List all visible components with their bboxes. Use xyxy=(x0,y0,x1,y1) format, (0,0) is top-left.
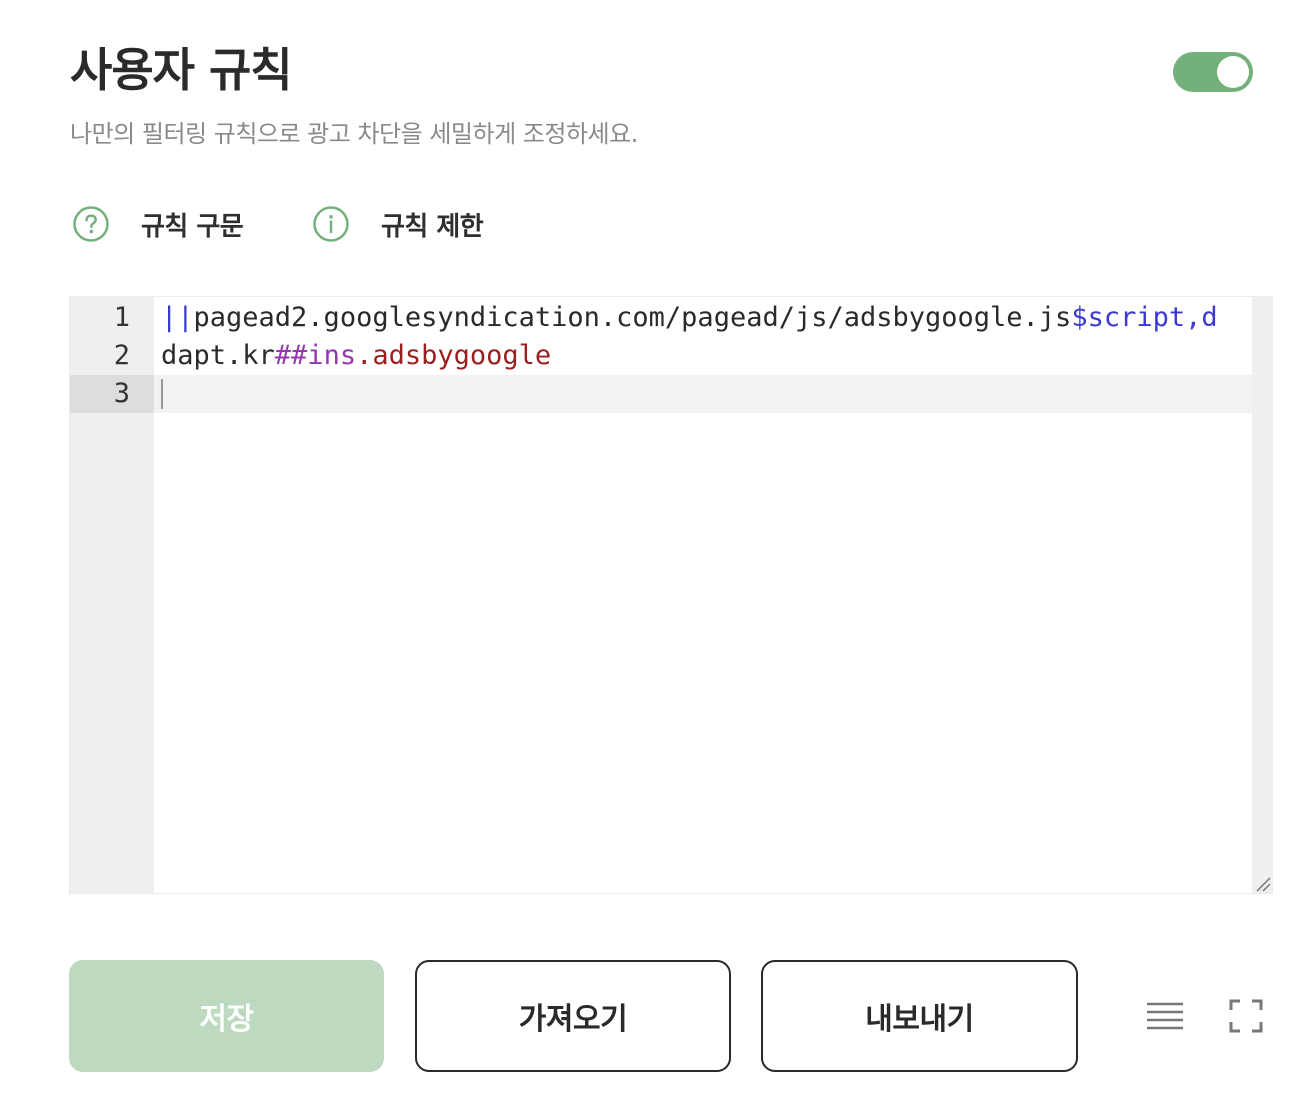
rule-syntax-label: 규칙 구문 xyxy=(141,211,244,242)
editor-line[interactable]: 3 xyxy=(70,375,1254,413)
line-number: 3 xyxy=(70,375,154,413)
info-circle-icon xyxy=(313,206,349,242)
fullscreen-icon[interactable] xyxy=(1226,996,1266,1036)
rule-syntax-link[interactable]: 규칙 구문 xyxy=(73,202,244,246)
page-subtitle: 나만의 필터링 규칙으로 광고 차단을 세밀하게 조정하세요. xyxy=(70,120,638,148)
editor-line[interactable]: 2 dapt.kr##ins.adsbygoogle xyxy=(70,337,1254,375)
text-cursor xyxy=(161,379,163,409)
toggle-knob xyxy=(1217,56,1249,88)
rule-limits-link[interactable]: 규칙 제한 xyxy=(313,202,484,246)
line-text: ||pagead2.googlesyndication.com/pagead/j… xyxy=(161,299,1251,337)
rule-limits-label: 규칙 제한 xyxy=(381,211,484,242)
rules-editor[interactable]: 1 ||pagead2.googlesyndication.com/pagead/… xyxy=(69,296,1273,894)
line-number: 1 xyxy=(113,302,130,333)
code-token: ##ins xyxy=(274,340,357,371)
code-token: $script,d xyxy=(1071,302,1218,333)
question-circle-icon xyxy=(73,206,109,242)
editor-line[interactable]: 1 ||pagead2.googlesyndication.com/pagead/… xyxy=(70,299,1254,337)
rules-enabled-toggle[interactable] xyxy=(1173,52,1253,92)
export-button[interactable]: 내보내기 xyxy=(761,960,1078,1072)
resize-handle-icon[interactable] xyxy=(1253,874,1271,892)
page-title: 사용자 규칙 xyxy=(70,43,293,97)
code-token: pagead2.googlesyndication.com/pagead/js/… xyxy=(193,302,1072,333)
editor-scrollbar[interactable] xyxy=(1252,297,1272,893)
save-button[interactable]: 저장 xyxy=(69,960,384,1072)
user-rules-panel: 사용자 규칙 나만의 필터링 규칙으로 광고 차단을 세밀하게 조정하세요. 규… xyxy=(0,0,1312,1112)
code-token: dapt.kr xyxy=(161,340,275,371)
import-button[interactable]: 가져오기 xyxy=(415,960,731,1072)
line-text: dapt.kr##ins.adsbygoogle xyxy=(161,337,1251,375)
line-number: 2 xyxy=(113,340,130,371)
line-wrap-icon[interactable] xyxy=(1145,996,1185,1036)
code-token: .adsbygoogle xyxy=(356,340,552,371)
code-token: || xyxy=(161,302,194,333)
